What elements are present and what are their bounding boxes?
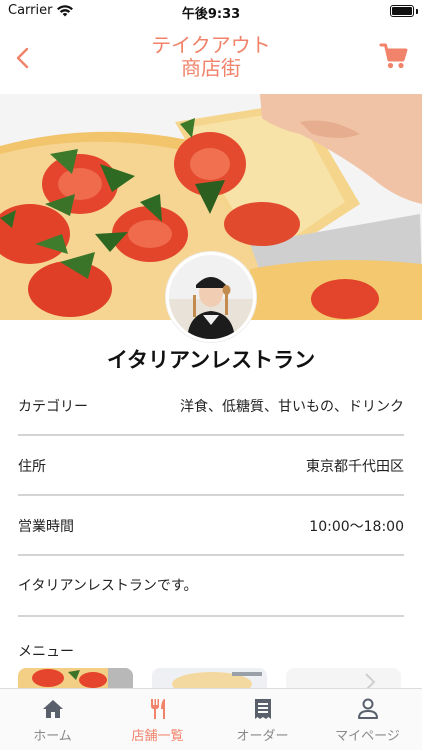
category-label: カテゴリー <box>18 399 88 415</box>
shop-name: イタリアンレストラン <box>106 348 316 372</box>
cart-button[interactable] <box>378 40 410 72</box>
battery-icon <box>390 5 414 17</box>
back-button[interactable] <box>10 44 38 72</box>
hours-value: 10:00〜18:00 <box>309 519 404 535</box>
home-icon <box>43 700 63 718</box>
receipt-icon <box>255 699 271 719</box>
tab-shop-list[interactable]: 店舗一覧 <box>105 689 210 750</box>
navigation-bar: テイクアウト 商店街 <box>0 24 422 94</box>
divider <box>18 434 404 436</box>
menu-item-thumbnail[interactable] <box>18 668 133 690</box>
category-value: 洋食、低糖質、甘いもの、ドリンク <box>180 399 404 415</box>
app-title: テイクアウト 商店街 <box>100 34 322 80</box>
address-label: 住所 <box>18 459 46 475</box>
menu-carousel[interactable] <box>18 668 422 690</box>
address-row: 住所 東京都千代田区 <box>18 456 404 516</box>
divider <box>18 615 404 617</box>
app-title-line2: 商店街 <box>181 56 241 80</box>
person-icon <box>358 698 378 719</box>
tab-label: オーダー <box>236 729 289 744</box>
status-bar: Carrier 午後9:33 <box>0 0 422 24</box>
tab-label: ホーム <box>33 729 72 744</box>
battery-cap <box>416 9 418 14</box>
hours-label: 営業時間 <box>18 519 74 535</box>
menu-item-thumbnail[interactable] <box>286 668 401 690</box>
status-time: 午後9:33 <box>181 7 241 22</box>
tab-label: 店舗一覧 <box>131 729 184 744</box>
cart-icon <box>379 43 408 69</box>
menu-item-thumbnail[interactable] <box>152 668 267 690</box>
tab-bar: ホーム 店舗一覧 オーダー マイページ <box>0 688 422 750</box>
divider <box>18 494 404 496</box>
tab-mypage[interactable]: マイページ <box>315 689 420 750</box>
category-row: カテゴリー 洋食、低糖質、甘いもの、ドリンク <box>18 396 404 456</box>
hours-row: 営業時間 10:00〜18:00 <box>18 516 404 576</box>
shop-description: イタリアンレストランです。 <box>18 578 198 594</box>
tab-order[interactable]: オーダー <box>210 689 315 750</box>
chevron-left-icon <box>16 47 29 69</box>
fork-knife-icon <box>151 699 165 719</box>
divider <box>18 554 404 556</box>
shop-owner-avatar <box>166 252 256 342</box>
address-value: 東京都千代田区 <box>306 459 404 475</box>
tab-label: マイページ <box>335 729 400 744</box>
menu-section-label: メニュー <box>18 644 74 660</box>
app-title-line1: テイクアウト <box>151 33 271 57</box>
tab-home[interactable]: ホーム <box>0 689 105 750</box>
